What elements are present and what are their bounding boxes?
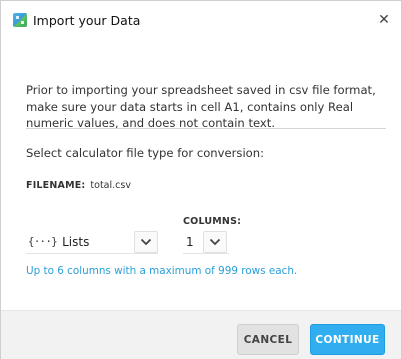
file-type-value: Lists	[62, 234, 90, 249]
columns-select[interactable]: 1	[183, 230, 229, 254]
cancel-button[interactable]: CANCEL	[237, 324, 299, 355]
columns-hint: Up to 6 columns with a maximum of 999 ro…	[26, 265, 298, 277]
columns-dropdown-button[interactable]	[203, 231, 227, 253]
chevron-down-icon	[140, 238, 152, 246]
close-icon: ✕	[378, 12, 390, 28]
lists-icon: {···}	[28, 235, 58, 248]
import-dialog: Import your Data ✕ Prior to importing yo…	[0, 0, 402, 359]
chevron-down-icon	[209, 238, 221, 246]
divider	[26, 128, 386, 129]
filename-value: total.csv	[90, 180, 131, 191]
close-button[interactable]: ✕	[375, 11, 393, 29]
columns-value: 1	[186, 234, 194, 249]
columns-label: COLUMNS:	[183, 216, 242, 227]
calculator-app-icon	[13, 13, 27, 27]
intro-text: Prior to importing your spreadsheet save…	[26, 83, 376, 130]
title-bar: Import your Data ✕	[1, 1, 401, 41]
filename-row: FILENAME: total.csv	[26, 180, 131, 191]
file-type-prompt: Select calculator file type for conversi…	[26, 146, 265, 160]
filename-label: FILENAME:	[26, 180, 86, 191]
file-type-dropdown-button[interactable]	[134, 231, 158, 253]
window-title: Import your Data	[33, 13, 141, 28]
continue-button[interactable]: CONTINUE	[310, 324, 385, 355]
file-type-select[interactable]: {···} Lists	[26, 230, 158, 254]
